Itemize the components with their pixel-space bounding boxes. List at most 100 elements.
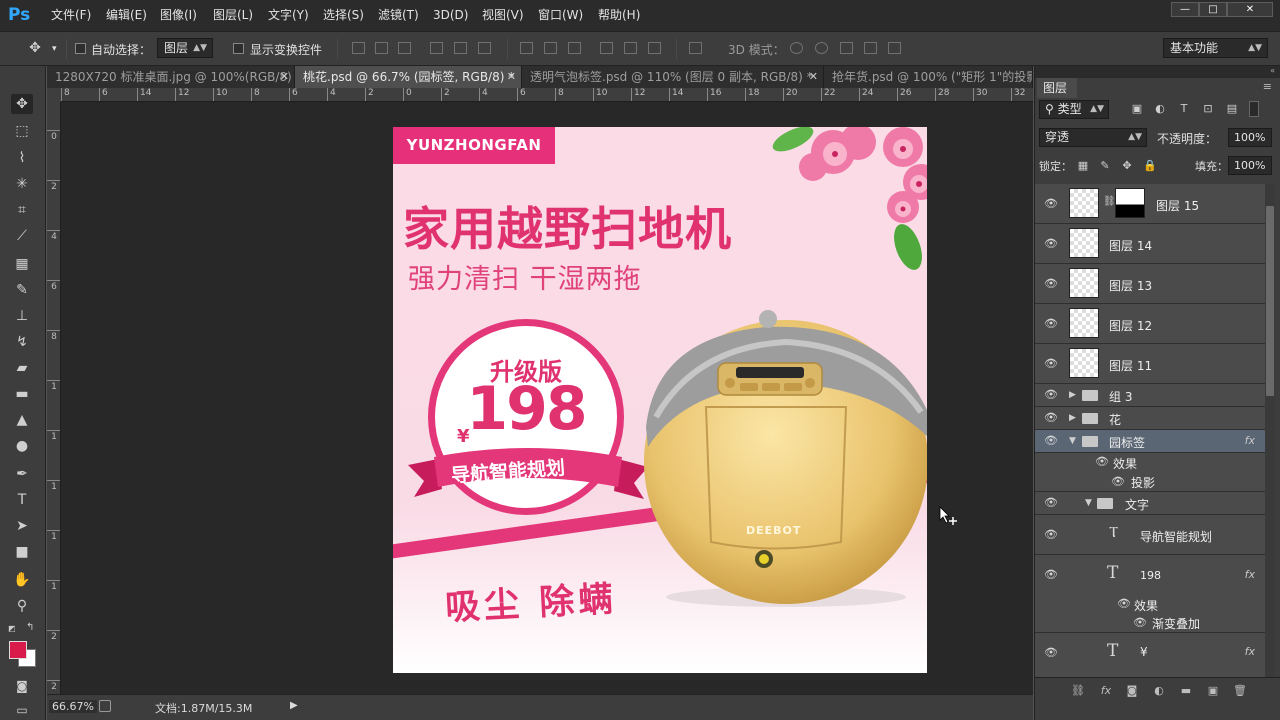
layer-row[interactable]: 👁 ⛓ 图层 15 [1035,184,1265,224]
eye-icon[interactable]: 👁 [1044,358,1058,369]
fx-icon[interactable]: fx [1245,645,1255,658]
link-layers-icon[interactable]: ⛓ [1071,685,1085,697]
tab-document-2[interactable]: 桃花.psd @ 66.7% (园标签, RGB/8) * ✕ [295,66,522,88]
eye-icon[interactable]: 👁 [1044,278,1058,289]
eyedropper-tool-icon[interactable]: ⟋ [11,226,33,246]
menu-select[interactable]: 选择(S) [323,0,364,31]
eye-icon[interactable]: 👁 [1044,647,1058,658]
layer-group-row[interactable]: 👁 ▶ 组 3 [1035,384,1265,407]
minimize-button[interactable]: — [1171,2,1199,17]
fx-icon[interactable]: fx [1245,434,1255,447]
eye-icon[interactable]: 👁 [1133,617,1147,628]
align-vcenter-icon[interactable] [375,42,388,54]
eraser-tool-icon[interactable]: ▰ [11,358,33,378]
layer-row[interactable]: 👁 图层 11 [1035,344,1265,384]
eye-icon[interactable]: 👁 [1044,198,1058,209]
move-tool-icon[interactable]: ✥ [11,94,33,114]
magic-wand-tool-icon[interactable]: ✳ [11,174,33,194]
lock-transparent-icon[interactable]: ▦ [1077,160,1089,172]
new-group-icon[interactable]: ▬ [1179,685,1193,697]
link-icon[interactable]: ⛓ [1103,196,1116,207]
3d-roll-icon[interactable] [815,42,828,54]
auto-align-icon[interactable] [689,42,702,54]
eye-icon[interactable]: 👁 [1117,598,1131,609]
default-colors-icon[interactable]: ◩ [8,624,16,633]
eye-icon[interactable]: 👁 [1044,497,1058,508]
collapse-icon[interactable]: « [1270,66,1275,75]
zoom-tool-icon[interactable]: ⚲ [11,596,33,616]
layer-group-row-selected[interactable]: 👁 ▼ 园标签 fx [1035,430,1265,453]
menu-type[interactable]: 文字(Y) [268,0,309,31]
menu-filter[interactable]: 滤镜(T) [378,0,419,31]
foreground-color-swatch[interactable] [9,641,27,659]
layer-group-row[interactable]: 👁 ▶ 花 [1035,407,1265,430]
distribute-vcenter-icon[interactable] [544,42,557,54]
align-right-icon[interactable] [478,42,491,54]
path-selection-tool-icon[interactable]: ➤ [11,516,33,536]
healing-brush-tool-icon[interactable]: ▦ [11,254,33,274]
tab-document-3[interactable]: 透明气泡标签.psd @ 110% (图层 0 副本, RGB/8) * ✕ [522,66,824,88]
3d-rotate-icon[interactable] [790,42,803,54]
align-hcenter-icon[interactable] [454,42,467,54]
text-layer-row[interactable]: 👁 Ⲧ 导航智能规划 [1035,515,1265,555]
effect-row[interactable]: 👁 投影 [1035,472,1265,492]
close-window-button[interactable]: ✕ [1227,2,1273,17]
effects-row[interactable]: 👁 效果 [1035,453,1265,472]
document-canvas[interactable]: YUNZHONGFAN 家用越野扫地机 强力清扫 干湿两拖 升级版 198 ¥ [393,127,927,673]
layer-mask-thumbnail[interactable] [1115,188,1145,218]
close-icon[interactable]: ✕ [507,66,516,88]
vertical-ruler[interactable]: 0 2 4 6 8 1 1 1 1 1 2 2 [47,102,61,694]
eye-icon[interactable]: 👁 [1044,238,1058,249]
filter-smart-object-icon[interactable]: ▤ [1226,103,1238,115]
screen-mode-icon[interactable]: ▭ [11,700,33,720]
eye-icon[interactable]: 👁 [1044,435,1058,446]
panel-menu-icon[interactable]: ≡ [1263,80,1272,93]
eye-icon[interactable]: 👁 [1044,412,1058,423]
fill-input[interactable]: 100% [1228,156,1272,175]
canvas-workspace[interactable]: YUNZHONGFAN 家用越野扫地机 强力清扫 干湿两拖 升级版 198 ¥ [61,102,1033,694]
blend-mode-select[interactable]: 穿透 ▲▼ [1039,128,1147,147]
eye-icon[interactable]: 👁 [1044,318,1058,329]
text-layer-row[interactable]: 👁 T ¥ fx [1035,633,1265,677]
collapse-arrow-icon[interactable]: ▼ [1085,498,1092,508]
menu-edit[interactable]: 编辑(E) [106,0,147,31]
lock-image-icon[interactable]: ✎ [1099,160,1111,172]
stamp-tool-icon[interactable]: ⊥ [11,306,33,326]
filter-adjustment-icon[interactable]: ◐ [1154,103,1166,115]
menu-3d[interactable]: 3D(D) [433,0,468,31]
add-layer-style-icon[interactable]: fx [1099,685,1113,697]
eye-icon[interactable]: 👁 [1044,569,1058,580]
menu-help[interactable]: 帮助(H) [598,0,640,31]
pen-tool-icon[interactable]: ✒ [11,464,33,484]
distribute-bottom-icon[interactable] [568,42,581,54]
status-menu-arrow-icon[interactable]: ▶ [290,700,298,711]
ruler-origin[interactable] [47,88,61,102]
filter-type-icon[interactable]: T [1178,103,1190,115]
maximize-button[interactable]: □ [1199,2,1227,17]
layer-filter-select[interactable]: ⚲ 类型 ▲▼ [1039,100,1109,119]
eye-icon[interactable]: 👁 [1044,389,1058,400]
brush-tool-icon[interactable]: ✎ [11,280,33,300]
collapse-arrow-icon[interactable]: ▼ [1069,436,1076,446]
layer-row[interactable]: 👁 图层 12 [1035,304,1265,344]
marquee-tool-icon[interactable]: ⬚ [11,121,33,141]
menu-file[interactable]: 文件(F) [51,0,91,31]
eye-icon[interactable]: 👁 [1095,456,1109,467]
align-bottom-icon[interactable] [398,42,411,54]
distribute-left-icon[interactable] [600,42,613,54]
close-icon[interactable]: ✕ [809,66,818,88]
filter-toggle[interactable] [1249,101,1259,117]
preset-dropdown-icon[interactable]: ▾ [52,44,57,54]
effects-row[interactable]: 👁 效果 [1035,595,1265,613]
layer-row[interactable]: 👁 图层 14 [1035,224,1265,264]
history-brush-tool-icon[interactable]: ↯ [11,332,33,352]
close-icon[interactable]: ✕ [280,66,289,88]
swap-colors-icon[interactable]: ↰ [26,622,34,633]
layers-scrollbar-thumb[interactable] [1266,206,1274,396]
fx-icon[interactable]: fx [1245,568,1255,581]
lasso-tool-icon[interactable]: ⌇ [11,148,33,168]
add-mask-icon[interactable]: ◙ [1125,685,1139,697]
menu-window[interactable]: 窗口(W) [538,0,583,31]
3d-scale-icon[interactable] [888,42,901,54]
crop-tool-icon[interactable]: ⌗ [11,200,33,220]
